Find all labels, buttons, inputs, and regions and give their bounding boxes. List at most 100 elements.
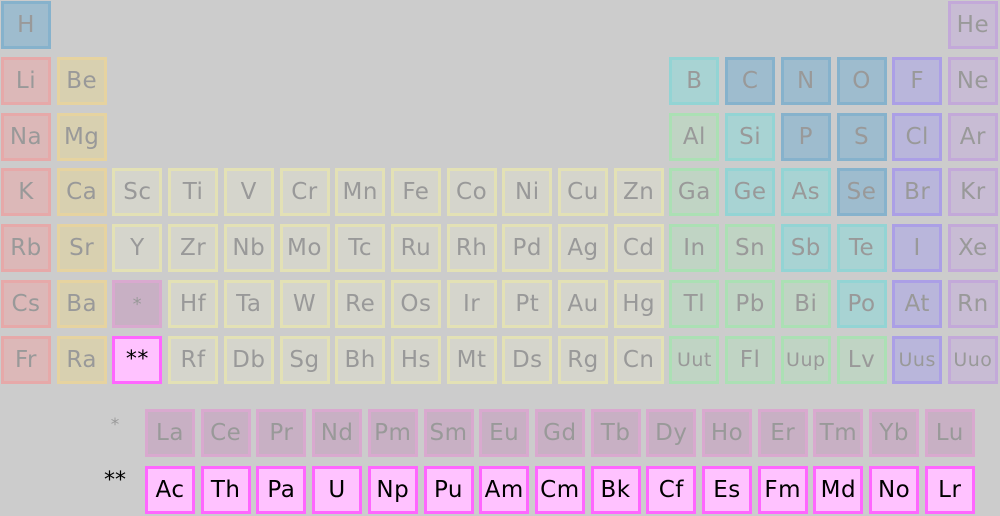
element-ce[interactable]: Ce bbox=[200, 409, 251, 457]
element-os[interactable]: Os bbox=[390, 280, 441, 328]
element-po[interactable]: Po bbox=[836, 280, 887, 328]
element-as[interactable]: As bbox=[780, 168, 831, 217]
element-at[interactable]: At bbox=[892, 280, 943, 328]
element-cl[interactable]: Cl bbox=[892, 112, 943, 161]
element-mn[interactable]: Mn bbox=[335, 168, 386, 217]
element-la[interactable]: La bbox=[145, 409, 195, 457]
element-dy[interactable]: Dy bbox=[646, 409, 697, 457]
element-gd[interactable]: Gd bbox=[534, 409, 585, 457]
element-ti[interactable]: Ti bbox=[168, 168, 219, 217]
element-db[interactable]: Db bbox=[223, 335, 274, 384]
element-ga[interactable]: Ga bbox=[669, 168, 720, 217]
element-es[interactable]: Es bbox=[702, 466, 752, 514]
element-yb[interactable]: Yb bbox=[869, 409, 920, 457]
element-fe[interactable]: Fe bbox=[390, 168, 441, 217]
element-ni[interactable]: Ni bbox=[502, 168, 553, 217]
element-ac[interactable]: Ac bbox=[145, 466, 195, 514]
element-kr[interactable]: Kr bbox=[947, 168, 998, 217]
element-w[interactable]: W bbox=[279, 280, 330, 328]
element-in[interactable]: In bbox=[669, 224, 720, 273]
element-uuo[interactable]: Uuo bbox=[947, 335, 998, 384]
element-se[interactable]: Se bbox=[836, 168, 887, 217]
element-lu[interactable]: Lu bbox=[924, 409, 975, 457]
element-tl[interactable]: Tl bbox=[669, 280, 720, 328]
element-cs[interactable]: Cs bbox=[1, 280, 51, 328]
element-c[interactable]: C bbox=[725, 56, 776, 105]
element-mt[interactable]: Mt bbox=[446, 335, 497, 384]
element-bh[interactable]: Bh bbox=[335, 335, 386, 384]
element-te[interactable]: Te bbox=[836, 224, 887, 273]
element-pm[interactable]: Pm bbox=[367, 409, 418, 457]
element-ir[interactable]: Ir bbox=[446, 280, 497, 328]
element-zr[interactable]: Zr bbox=[168, 224, 219, 273]
element-th[interactable]: Th bbox=[200, 466, 251, 514]
element-am[interactable]: Am bbox=[479, 466, 530, 514]
element-ba[interactable]: Ba bbox=[56, 280, 107, 328]
element-pr[interactable]: Pr bbox=[256, 409, 307, 457]
element-hs[interactable]: Hs bbox=[390, 335, 441, 384]
element-br[interactable]: Br bbox=[892, 168, 943, 217]
element-pd[interactable]: Pd bbox=[502, 224, 553, 273]
element-bk[interactable]: Bk bbox=[590, 466, 641, 514]
element-fl[interactable]: Fl bbox=[725, 335, 776, 384]
element-sc[interactable]: Sc bbox=[112, 168, 163, 217]
element-hf[interactable]: Hf bbox=[168, 280, 219, 328]
element-ds[interactable]: Ds bbox=[502, 335, 553, 384]
element-al[interactable]: Al bbox=[669, 112, 720, 161]
element-h[interactable]: H bbox=[1, 1, 51, 49]
element-v[interactable]: V bbox=[223, 168, 274, 217]
element-er[interactable]: Er bbox=[757, 409, 808, 457]
element-xe[interactable]: Xe bbox=[947, 224, 998, 273]
element-hg[interactable]: Hg bbox=[613, 280, 664, 328]
element-sg[interactable]: Sg bbox=[279, 335, 330, 384]
element-pu[interactable]: Pu bbox=[423, 466, 474, 514]
element-s[interactable]: S bbox=[836, 112, 887, 161]
element-sn[interactable]: Sn bbox=[725, 224, 776, 273]
element-zn[interactable]: Zn bbox=[613, 168, 664, 217]
lanthanide-placeholder[interactable]: * bbox=[112, 280, 163, 328]
element-sr[interactable]: Sr bbox=[56, 224, 107, 273]
element-nb[interactable]: Nb bbox=[223, 224, 274, 273]
element-ta[interactable]: Ta bbox=[223, 280, 274, 328]
element-mo[interactable]: Mo bbox=[279, 224, 330, 273]
element-ag[interactable]: Ag bbox=[558, 224, 608, 273]
element-he[interactable]: He bbox=[947, 1, 998, 49]
element-rg[interactable]: Rg bbox=[558, 335, 608, 384]
element-ne[interactable]: Ne bbox=[947, 56, 998, 105]
element-o[interactable]: O bbox=[836, 56, 887, 105]
element-cm[interactable]: Cm bbox=[534, 466, 585, 514]
element-rh[interactable]: Rh bbox=[446, 224, 497, 273]
element-bi[interactable]: Bi bbox=[780, 280, 831, 328]
element-ho[interactable]: Ho bbox=[702, 409, 752, 457]
element-lv[interactable]: Lv bbox=[836, 335, 887, 384]
element-tc[interactable]: Tc bbox=[335, 224, 386, 273]
element-cr[interactable]: Cr bbox=[279, 168, 330, 217]
element-pt[interactable]: Pt bbox=[502, 280, 553, 328]
element-k[interactable]: K bbox=[1, 168, 51, 217]
element-na[interactable]: Na bbox=[1, 112, 51, 161]
element-be[interactable]: Be bbox=[56, 56, 107, 105]
element-co[interactable]: Co bbox=[446, 168, 497, 217]
element-ru[interactable]: Ru bbox=[390, 224, 441, 273]
element-np[interactable]: Np bbox=[367, 466, 418, 514]
element-b[interactable]: B bbox=[669, 56, 720, 105]
element-re[interactable]: Re bbox=[335, 280, 386, 328]
element-i[interactable]: I bbox=[892, 224, 943, 273]
element-rn[interactable]: Rn bbox=[947, 280, 998, 328]
element-sm[interactable]: Sm bbox=[423, 409, 474, 457]
element-cf[interactable]: Cf bbox=[646, 466, 697, 514]
element-tm[interactable]: Tm bbox=[813, 409, 864, 457]
element-si[interactable]: Si bbox=[725, 112, 776, 161]
element-uus[interactable]: Uus bbox=[892, 335, 943, 384]
element-cu[interactable]: Cu bbox=[558, 168, 608, 217]
element-f[interactable]: F bbox=[892, 56, 943, 105]
element-sb[interactable]: Sb bbox=[780, 224, 831, 273]
actinide-placeholder[interactable]: ** bbox=[112, 335, 163, 384]
element-tb[interactable]: Tb bbox=[590, 409, 641, 457]
element-fr[interactable]: Fr bbox=[1, 335, 51, 384]
element-rf[interactable]: Rf bbox=[168, 335, 219, 384]
element-ra[interactable]: Ra bbox=[56, 335, 107, 384]
element-p[interactable]: P bbox=[780, 112, 831, 161]
element-mg[interactable]: Mg bbox=[56, 112, 107, 161]
element-n[interactable]: N bbox=[780, 56, 831, 105]
